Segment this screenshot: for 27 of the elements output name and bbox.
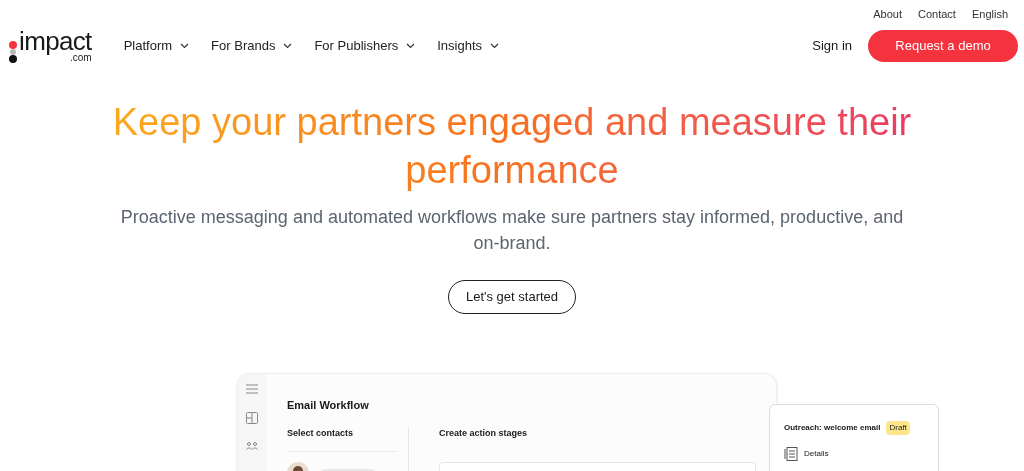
card-title: Outreach: welcome email: [784, 422, 881, 434]
hero-subtitle: Proactive messaging and automated workflows make sure partners stay informed, productive, and on-brand.: [119, 205, 905, 255]
layout-icon[interactable]: [246, 412, 258, 424]
request-demo-button[interactable]: Request a demo: [868, 29, 1018, 62]
status-badge: Draft: [886, 421, 910, 435]
menu-icon[interactable]: [246, 384, 258, 394]
logo-suffix: .com: [70, 52, 92, 63]
chevron-down-icon: [180, 42, 190, 49]
nav-menu[interactable]: Insights: [437, 35, 500, 56]
details-label: Details: [804, 448, 829, 460]
nav-menu[interactable]: For Publishers: [314, 35, 416, 56]
logo-dots-icon: [8, 40, 18, 63]
top-link[interactable]: Contact: [918, 6, 956, 23]
nav-menu[interactable]: For Brands: [211, 35, 293, 56]
panel-title: Email Workflow: [287, 398, 370, 413]
document-icon: [784, 447, 798, 461]
people-icon[interactable]: [246, 442, 258, 450]
logo-wordmark: impact: [19, 28, 92, 53]
top-link[interactable]: English: [971, 6, 1008, 23]
chevron-down-icon: [406, 42, 416, 49]
chevron-down-icon: [283, 42, 293, 49]
column-heading: Create action stages: [439, 426, 529, 440]
sign-in-link[interactable]: Sign in: [812, 35, 852, 56]
chevron-down-icon: [490, 42, 500, 49]
nav-menu[interactable]: Platform: [123, 35, 190, 56]
top-link[interactable]: About: [873, 6, 902, 23]
column-heading: Select contacts: [287, 426, 355, 440]
